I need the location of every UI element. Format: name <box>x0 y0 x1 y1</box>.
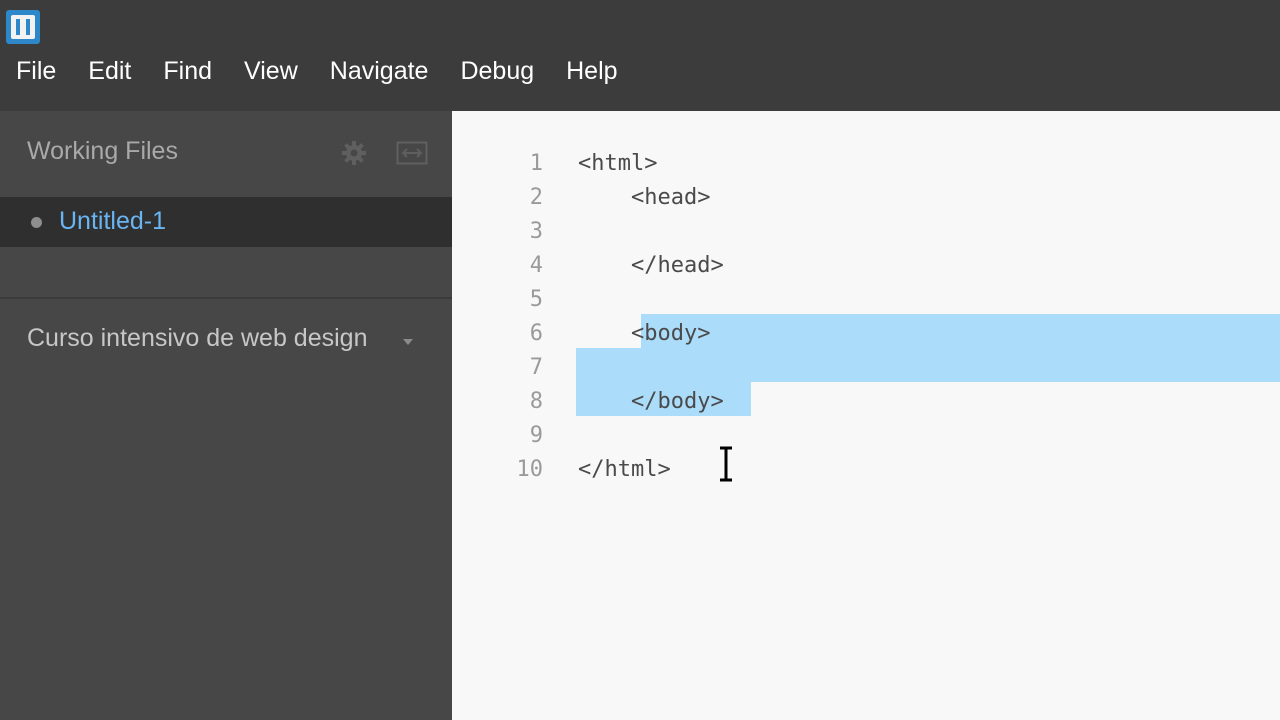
line-number: 4 <box>529 253 543 278</box>
code-editor[interactable]: 1 <html> 2 <head> 3 4 </head> 5 6 <body>… <box>452 111 1280 720</box>
brackets-app-icon <box>6 10 40 44</box>
gear-icon[interactable] <box>340 139 368 167</box>
title-bar: File Edit Find View Navigate Debug Help <box>0 0 1280 111</box>
sidebar-divider <box>0 297 452 299</box>
code-text: </head> <box>578 253 724 278</box>
code-text: </html> <box>578 457 671 482</box>
code-line: 4 </head> <box>452 249 1280 283</box>
line-number: 8 <box>529 389 543 414</box>
unsaved-dot-icon <box>31 217 42 228</box>
code-line: 7 <box>452 351 1280 385</box>
menu-bar: File Edit Find View Navigate Debug Help <box>0 52 634 90</box>
sidebar: Working Files Untitled-1 Curso intensivo… <box>0 111 452 720</box>
working-files-title: Working Files <box>27 137 178 165</box>
code-line: 10 </html> <box>452 453 1280 487</box>
menu-view[interactable]: View <box>228 52 314 90</box>
line-number: 3 <box>529 219 543 244</box>
text-cursor-icon <box>720 446 732 482</box>
working-files-header: Working Files <box>0 111 452 197</box>
code-text: <body> <box>578 321 711 346</box>
menu-debug[interactable]: Debug <box>444 52 550 90</box>
line-number: 6 <box>529 321 543 346</box>
line-number: 7 <box>529 355 543 380</box>
line-number: 5 <box>529 287 543 312</box>
menu-file[interactable]: File <box>0 52 72 90</box>
menu-navigate[interactable]: Navigate <box>314 52 445 90</box>
code-line: 6 <body> <box>452 317 1280 351</box>
code-text: <head> <box>578 185 711 210</box>
project-dropdown[interactable]: Curso intensivo de web design <box>0 316 452 364</box>
code-text: </body> <box>578 389 724 414</box>
code-line: 3 <box>452 215 1280 249</box>
code-line: 5 <box>452 283 1280 317</box>
project-name: Curso intensivo de web design <box>27 324 368 352</box>
code-line: 9 <box>452 419 1280 453</box>
menu-find[interactable]: Find <box>147 52 228 90</box>
menu-help[interactable]: Help <box>550 52 633 90</box>
code-line: 1 <html> <box>452 147 1280 181</box>
caret-down-icon <box>403 339 413 345</box>
line-number: 10 <box>516 457 544 482</box>
line-number: 9 <box>529 423 543 448</box>
working-file-name: Untitled-1 <box>59 207 166 235</box>
code-line: 2 <head> <box>452 181 1280 215</box>
code-text: <html> <box>578 151 658 176</box>
line-number: 2 <box>529 185 543 210</box>
working-file-item[interactable]: Untitled-1 <box>0 197 452 247</box>
code-line: 8 </body> <box>452 385 1280 419</box>
menu-edit[interactable]: Edit <box>72 52 147 90</box>
line-number: 1 <box>529 151 543 176</box>
split-view-icon[interactable] <box>396 140 428 166</box>
